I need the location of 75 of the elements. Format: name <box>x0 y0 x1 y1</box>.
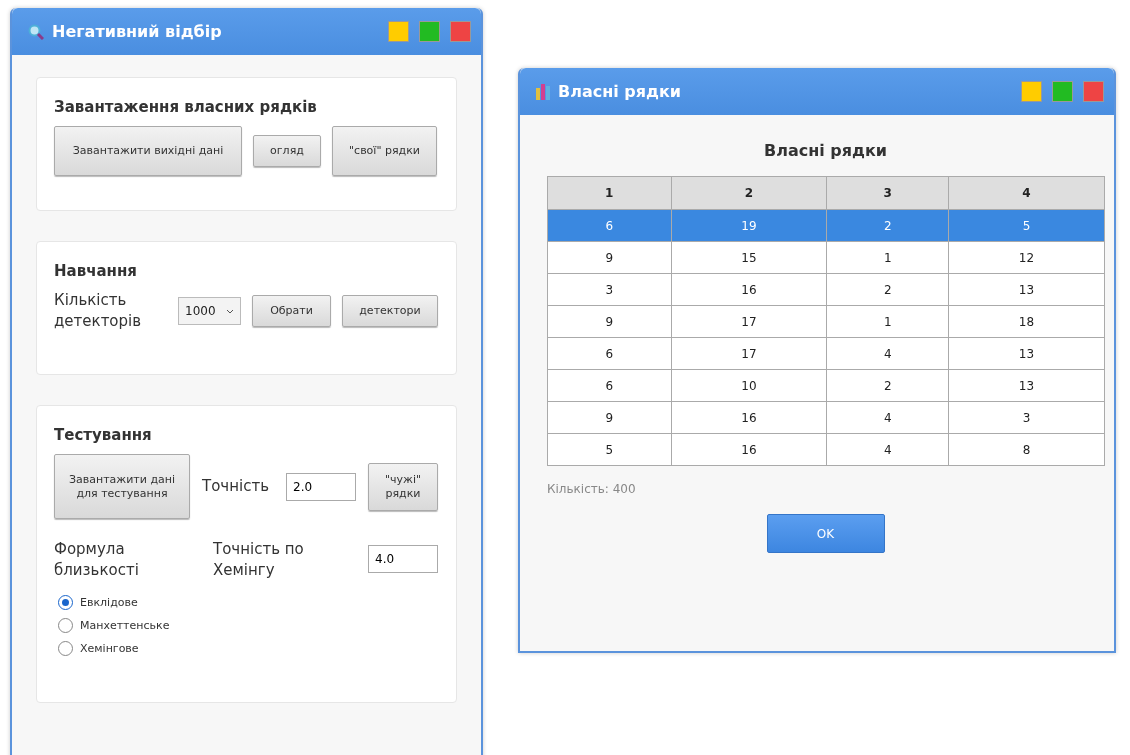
table-cell: 9 <box>547 305 672 338</box>
table-cell: 19 <box>671 209 827 242</box>
table-cell: 1 <box>826 305 949 338</box>
section-title: Завантаження власних рядків <box>54 98 318 116</box>
table-cell: 10 <box>671 369 827 402</box>
column-header: 3 <box>826 176 949 210</box>
table-cell: 9 <box>547 401 672 434</box>
table-cell: 6 <box>547 369 672 402</box>
table-cell: 17 <box>671 337 827 370</box>
maximize-button[interactable] <box>419 21 440 42</box>
radio-label: Хемінгове <box>80 642 139 655</box>
radio-button[interactable] <box>58 618 73 633</box>
table-cell: 2 <box>826 273 949 306</box>
table-cell: 13 <box>949 337 1104 370</box>
window-title: Власні рядки <box>558 82 683 101</box>
minimize-button[interactable] <box>388 21 409 42</box>
column-header: 2 <box>671 176 827 210</box>
table-cell: 5 <box>547 433 672 466</box>
table-cell: 13 <box>949 273 1104 306</box>
detector-count-label: Кількість детекторів <box>54 290 143 332</box>
foreign-rows-button[interactable]: "чужі" рядки <box>368 462 438 511</box>
minimize-button[interactable] <box>1021 81 1042 102</box>
upload-button[interactable]: Завантажити вихідні дані <box>54 126 242 176</box>
close-button[interactable] <box>1083 81 1104 102</box>
table-cell: 2 <box>826 369 949 402</box>
table-cell: 6 <box>547 209 672 242</box>
formula-radio[interactable]: Манхеттенське <box>58 618 439 633</box>
maximize-button[interactable] <box>1052 81 1073 102</box>
hamming-label: Точність по Хемінгу <box>213 539 305 581</box>
row-count: Кількість: 400 <box>547 482 636 496</box>
table-cell: 4 <box>826 433 949 466</box>
radio-button[interactable] <box>58 641 73 656</box>
table-cell: 12 <box>949 241 1104 274</box>
table-cell: 16 <box>671 401 827 434</box>
section-title: Тестування <box>54 426 153 444</box>
table-cell: 3 <box>949 401 1104 434</box>
upload-button[interactable]: огляд <box>253 135 321 167</box>
table-cell: 2 <box>826 209 949 242</box>
table-cell: 13 <box>949 369 1104 402</box>
radio-label: Евклідове <box>80 596 138 609</box>
accuracy-field[interactable]: 2.0 <box>286 472 356 501</box>
accuracy-label: Точність <box>202 476 270 497</box>
table-cell: 9 <box>547 241 672 274</box>
table-cell: 4 <box>826 337 949 370</box>
table-cell: 16 <box>671 273 827 306</box>
detector-count-select[interactable]: 1000 <box>178 297 241 325</box>
formula-radio[interactable]: Евклідове <box>58 595 439 610</box>
radio-label: Манхеттенське <box>80 619 170 632</box>
detector-button[interactable]: детектори <box>342 295 438 327</box>
table-cell: 18 <box>949 305 1104 338</box>
table-cell: 8 <box>949 433 1104 466</box>
search-icon <box>28 23 44 40</box>
upload-button[interactable]: "свої" рядки <box>332 126 437 176</box>
dialog-heading: Власні рядки <box>764 141 887 160</box>
hamming-accuracy-field[interactable]: 4.0 <box>368 545 438 573</box>
formula-radio[interactable]: Хемінгове <box>58 641 439 656</box>
table-cell: 1 <box>826 241 949 274</box>
table-cell: 4 <box>826 401 949 434</box>
bar-chart-icon <box>536 83 550 100</box>
formula-label: Формула близькості <box>54 539 140 581</box>
table-cell: 16 <box>671 433 827 466</box>
section-title: Навчання <box>54 262 138 280</box>
column-header: 4 <box>949 176 1104 210</box>
table-cell: 3 <box>547 273 672 306</box>
close-button[interactable] <box>450 21 471 42</box>
table-cell: 6 <box>547 337 672 370</box>
detector-button[interactable]: Обрати <box>252 295 331 327</box>
table-cell: 15 <box>671 241 827 274</box>
radio-button[interactable] <box>58 595 73 610</box>
chevron-down-icon <box>226 308 234 314</box>
load-test-data-button[interactable]: Завантажити дані для тестування <box>54 454 190 519</box>
table-cell: 5 <box>949 209 1104 242</box>
table-cell: 17 <box>671 305 827 338</box>
window-title: Негативний відбір <box>52 22 223 41</box>
column-header: 1 <box>547 176 672 210</box>
